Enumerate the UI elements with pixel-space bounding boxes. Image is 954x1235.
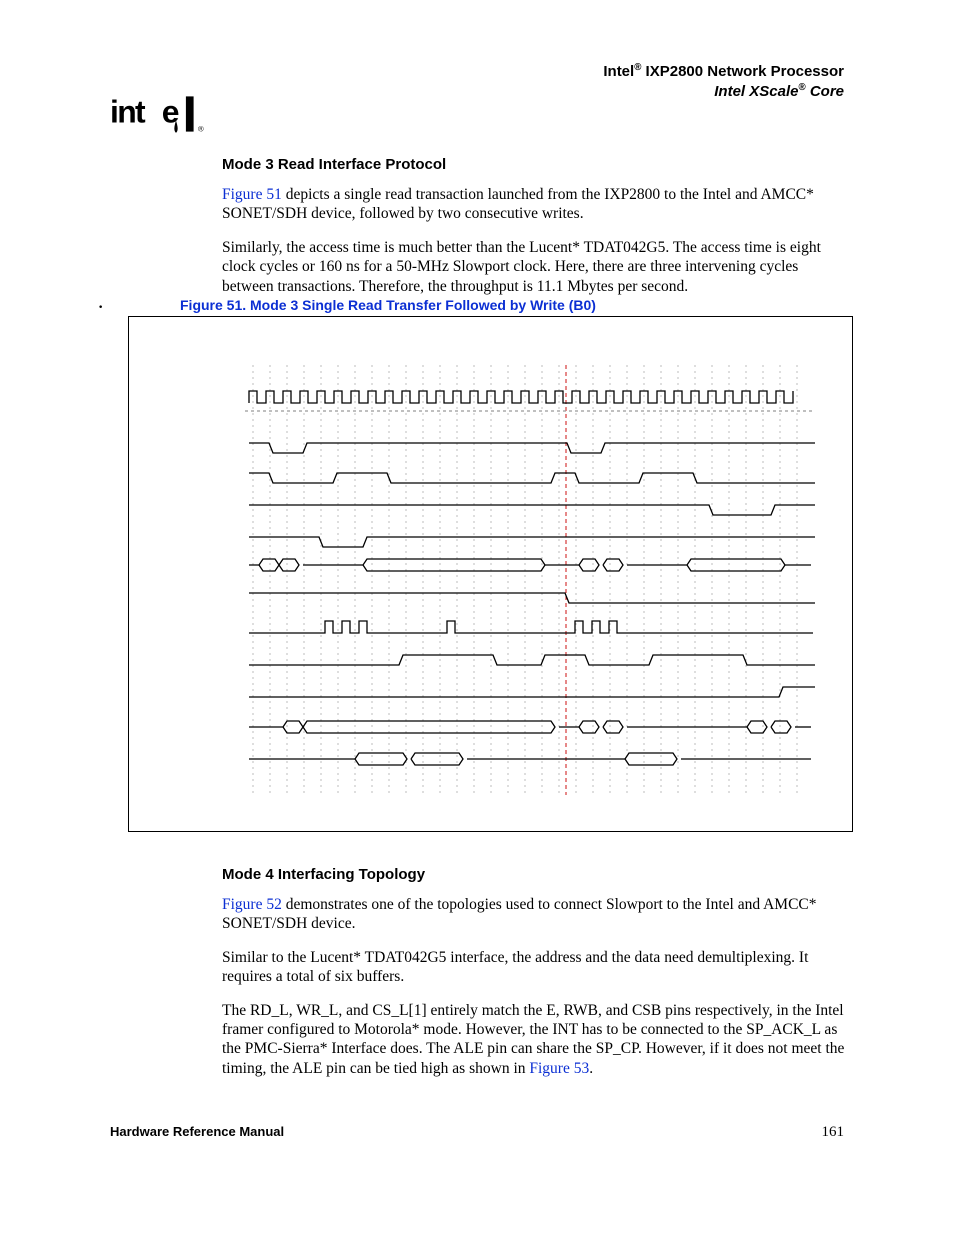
header-line2: Intel XScale® Core — [603, 82, 844, 102]
mode3-para1: Figure 51 depicts a single read transact… — [222, 185, 847, 224]
header-line1: Intel® IXP2800 Network Processor — [603, 62, 844, 82]
figure-51-timing-diagram — [128, 316, 853, 832]
footer-page-number: 161 — [822, 1124, 845, 1141]
svg-text:®: ® — [198, 125, 204, 134]
intel-logo: int e ® — [110, 92, 220, 141]
header-line1-pre: Intel — [603, 63, 634, 80]
page-footer: Hardware Reference Manual 161 — [110, 1124, 844, 1139]
page: Intel® IXP2800 Network Processor Intel X… — [0, 0, 954, 1235]
registered-sup-2: ® — [798, 82, 805, 93]
header-line2-pre: Intel XScale — [714, 83, 798, 100]
footer-manual-title: Hardware Reference Manual — [110, 1124, 284, 1139]
section-mode4: Mode 4 Interfacing Topology Figure 52 de… — [222, 866, 847, 1092]
mode4-para1-rest: demonstrates one of the topologies used … — [222, 896, 817, 932]
timing-diagram-svg — [245, 365, 815, 795]
header-line2-post: Core — [806, 83, 844, 100]
mode4-para2: Similar to the Lucent* TDAT042G5 interfa… — [222, 948, 847, 987]
mode3-para2: Similarly, the access time is much bette… — [222, 238, 847, 296]
section-mode3: Mode 3 Read Interface Protocol Figure 51… — [222, 156, 847, 310]
figure-51-link[interactable]: Figure 51 — [222, 186, 282, 203]
header-product: Intel® IXP2800 Network Processor Intel X… — [603, 62, 844, 102]
mode4-heading: Mode 4 Interfacing Topology — [222, 866, 847, 883]
mode3-heading: Mode 3 Read Interface Protocol — [222, 156, 847, 173]
mode4-para1: Figure 52 demonstrates one of the topolo… — [222, 895, 847, 934]
mode4-para3: The RD_L, WR_L, and CS_L[1] entirely mat… — [222, 1001, 847, 1079]
mode4-para3-post: . — [589, 1060, 593, 1077]
figure-52-link[interactable]: Figure 52 — [222, 896, 282, 913]
svg-text:int: int — [110, 93, 146, 129]
figure-53-link[interactable]: Figure 53 — [529, 1060, 589, 1077]
figure-51-caption: Figure 51. Mode 3 Single Read Transfer F… — [180, 297, 596, 313]
header-line1-post: IXP2800 Network Processor — [641, 63, 844, 80]
mode3-para1-rest: depicts a single read transaction launch… — [222, 186, 814, 222]
